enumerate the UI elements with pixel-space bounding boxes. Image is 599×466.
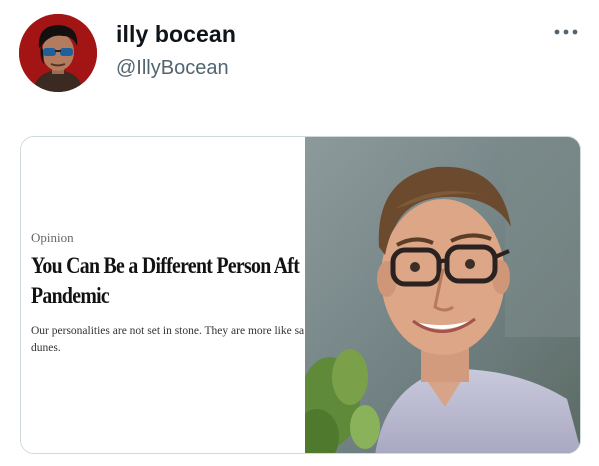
article-summary-line: Our personalities are not set in stone. … [31, 325, 305, 337]
avatar[interactable] [19, 14, 97, 92]
article-headline: You Can Be a Different Person Aft Pandem… [31, 251, 305, 311]
portrait-photo [305, 137, 580, 453]
article-headline-line: Pandemic [31, 283, 110, 308]
article-headline-line: You Can Be a Different Person Aft [31, 253, 300, 278]
avatar-portrait-image [19, 14, 97, 92]
tweet-header: illy bocean @IllyBocean [0, 0, 599, 100]
portrait-photo-image [305, 137, 580, 453]
display-name[interactable]: illy bocean [116, 21, 236, 48]
article-summary: Our personalities are not set in stone. … [31, 323, 305, 357]
article-summary-line: dunes. [31, 342, 61, 354]
article-kicker: Opinion [31, 230, 74, 245]
more-horizontal-icon [554, 29, 578, 35]
tweet-media[interactable]: Opinion You Can Be a Different Person Af… [20, 136, 581, 454]
user-handle[interactable]: @IllyBocean [116, 57, 229, 80]
article-screenshot: Opinion You Can Be a Different Person Af… [21, 137, 305, 453]
more-options-button[interactable] [549, 20, 583, 44]
